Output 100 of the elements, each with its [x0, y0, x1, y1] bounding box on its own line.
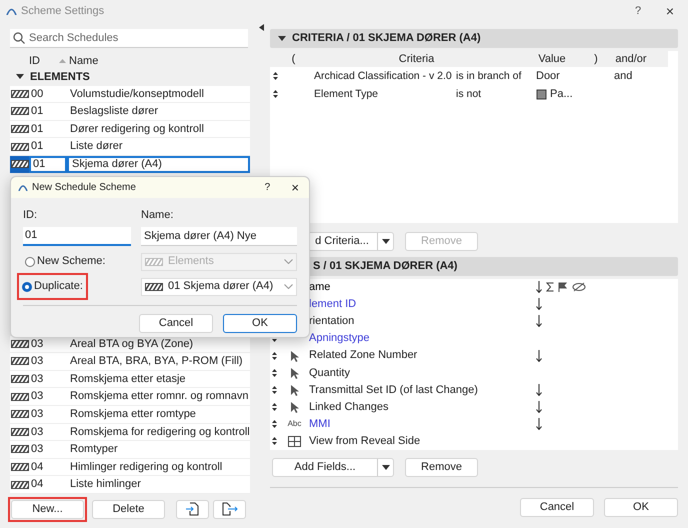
- pointer-icon: [290, 401, 299, 414]
- field-name: View from Reveal Side: [309, 434, 422, 450]
- name-text: Dører redigering og kontroll: [70, 122, 204, 137]
- hatch-icon: [10, 90, 28, 98]
- help-button[interactable]: ?: [261, 180, 274, 195]
- sort-handle-icon[interactable]: [273, 72, 278, 80]
- schedule-row[interactable]: 01 Skjema dører (A4): [10, 156, 250, 174]
- close-button[interactable]: ×: [291, 178, 299, 198]
- operator-cell: is not: [456, 88, 482, 100]
- radio-option[interactable]: Duplicate:: [22, 278, 83, 295]
- column-header: Criteria: [398, 52, 436, 67]
- column-header: (: [290, 52, 296, 67]
- sort-handle-icon[interactable]: [272, 420, 277, 428]
- id-text: 00: [31, 86, 44, 102]
- schedule-row[interactable]: 03 Romtyper: [10, 441, 250, 459]
- chevron-icon: [284, 259, 293, 264]
- hatch-icon: [145, 282, 163, 290]
- schedule-row[interactable]: 01 Dører redigering og kontroll: [10, 120, 250, 138]
- import-icon: [186, 502, 200, 516]
- name-text: Areal BTA, BRA, BYA, P-ROM (Fill): [70, 354, 243, 370]
- sort-handle-icon[interactable]: [272, 352, 277, 360]
- button[interactable]: Cancel: [139, 314, 213, 332]
- button[interactable]: Delete: [92, 500, 165, 519]
- field-label: ID:: [23, 208, 38, 223]
- collapse-arrow-icon[interactable]: [258, 24, 264, 31]
- export-button[interactable]: [213, 500, 246, 519]
- id-text: 03: [31, 406, 44, 422]
- help-button[interactable]: ?: [628, 2, 648, 20]
- button[interactable]: New...: [11, 500, 84, 519]
- schedule-row[interactable]: 03 Romskjema etter romtype: [10, 406, 250, 424]
- sort-handle-icon[interactable]: [272, 403, 277, 412]
- schedule-row[interactable]: 01 Liste dører: [10, 138, 250, 156]
- search-field[interactable]: Search Schedules: [10, 29, 248, 48]
- hatch-icon: [10, 340, 28, 348]
- column-header[interactable]: Name: [69, 52, 98, 70]
- operator-cell: is in branch of: [456, 70, 522, 82]
- hatch-icon: [10, 392, 28, 401]
- group-label: ELEMENTS: [30, 70, 90, 85]
- hatch-icon: [10, 480, 28, 489]
- column-header[interactable]: ID: [29, 52, 59, 70]
- close-button[interactable]: ×: [662, 0, 678, 22]
- type-label: Abc: [288, 418, 302, 430]
- value-cell-text: Pa...: [550, 86, 573, 102]
- schedule-row[interactable]: 00 Volumstudie/konseptmodell: [10, 86, 250, 104]
- button[interactable]: Cancel: [520, 498, 594, 517]
- search-icon: [13, 32, 25, 44]
- sort-handle-icon[interactable]: [272, 368, 277, 377]
- name-text: Liste himlinger: [70, 477, 141, 492]
- export-icon: [222, 502, 238, 516]
- split-button[interactable]: Add Fields...: [272, 458, 394, 477]
- button-label: Add Fields...: [293, 460, 357, 476]
- schedule-row[interactable]: 04 Liste himlinger: [10, 476, 250, 494]
- dropdown-caret-icon: [382, 239, 390, 244]
- radio-option[interactable]: New Scheme:: [25, 253, 106, 270]
- hatch-icon: [10, 160, 28, 168]
- button[interactable]: OK: [223, 314, 297, 332]
- schedule-row[interactable]: 03 Romskjema etter etasje: [10, 370, 250, 388]
- button[interactable]: OK: [604, 498, 678, 517]
- field-name: Transmittal Set ID (of last Change): [309, 382, 479, 398]
- schedule-row[interactable]: 03 Areal BTA, BRA, BYA, P-ROM (Fill): [10, 353, 250, 371]
- name-field[interactable]: Skjema dører (A4) Nye: [141, 226, 297, 246]
- sort-handle-icon[interactable]: [272, 386, 277, 394]
- id-text: 01: [31, 139, 44, 154]
- field-name: MMI: [309, 417, 332, 432]
- column-header: ame: [309, 281, 330, 293]
- sum-icon: [546, 282, 554, 292]
- grid-icon: [288, 436, 301, 447]
- id-text: 03: [31, 336, 44, 352]
- column-header: Value: [537, 52, 567, 67]
- chevron-icon: [284, 284, 293, 289]
- section-title: S / 01 SKJEMA DØRER (A4): [313, 259, 458, 274]
- import-button[interactable]: [176, 500, 209, 519]
- schedule-row[interactable]: 03 Romskjema for redigering og kontroll: [10, 424, 250, 442]
- name-text: Beslagsliste dører: [70, 104, 158, 120]
- criteria-cell: Element Type: [314, 88, 378, 100]
- button[interactable]: Remove: [405, 458, 478, 477]
- id-text: 03: [31, 372, 44, 387]
- id-text: 03: [31, 389, 44, 404]
- section-header[interactable]: CRITERIA / 01 SKJEMA DØRER (A4): [270, 29, 678, 48]
- id-field[interactable]: 01: [23, 226, 131, 246]
- hatch-icon: [145, 258, 163, 266]
- sort-handle-icon[interactable]: [272, 437, 277, 446]
- expand-caret-icon: [16, 74, 24, 80]
- id-text: 03: [31, 442, 44, 458]
- schedule-row[interactable]: 03 Romskjema etter romnr. og romnavn: [10, 388, 250, 406]
- value-cell-text: Door: [536, 68, 560, 84]
- sort-handle-icon[interactable]: [273, 90, 278, 98]
- name-text: Areal BTA og BYA (Zone): [70, 336, 194, 352]
- field-name: Quantity: [309, 366, 351, 381]
- hatch-icon: [10, 375, 28, 384]
- expand-caret-icon: [278, 36, 286, 41]
- schedule-row[interactable]: 04 Himlinger redigering og kontroll: [10, 458, 250, 476]
- section-title: CRITERIA / 01 SKJEMA DØRER (A4): [292, 31, 481, 46]
- name-text: Liste dører: [70, 139, 123, 154]
- dropdown-value: 01 Skjema dører (A4): [168, 279, 274, 294]
- dropdown[interactable]: 01 Skjema dører (A4): [141, 278, 297, 296]
- group-header[interactable]: ELEMENTS: [10, 68, 250, 86]
- hatch-icon: [10, 428, 28, 436]
- schedule-row[interactable]: 01 Beslagsliste dører: [10, 103, 250, 121]
- id-text: 01: [31, 104, 44, 120]
